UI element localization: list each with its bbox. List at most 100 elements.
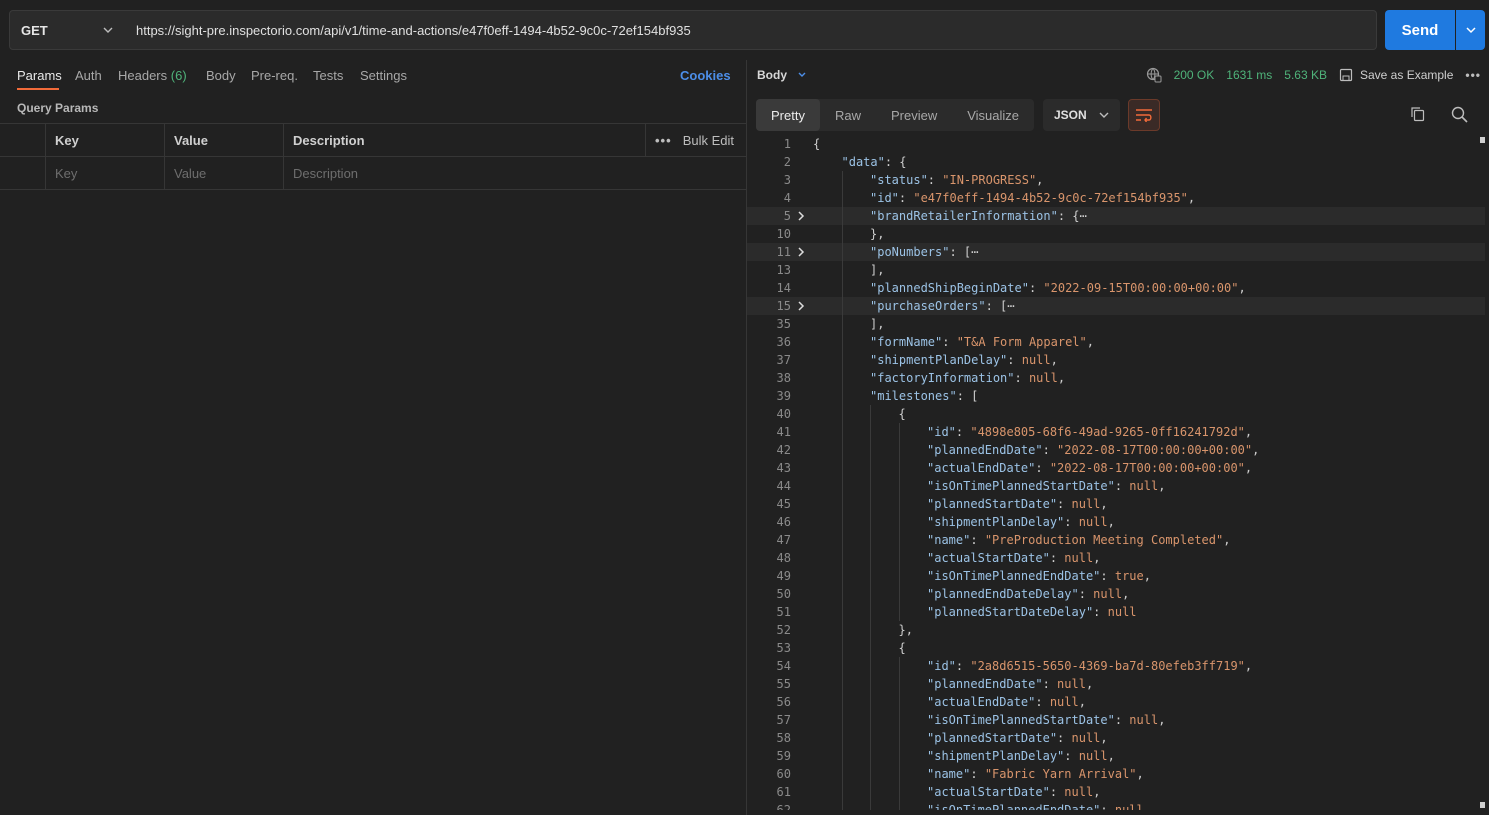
search-icon[interactable] <box>1451 106 1468 123</box>
code-line: 52}, <box>747 621 1485 639</box>
value-placeholder: Value <box>174 166 207 181</box>
wrap-lines-button[interactable] <box>1128 99 1160 131</box>
indent-guide <box>841 279 843 297</box>
code-text: "actualEndDate": "2022-08-17T00:00:00+00… <box>927 461 1253 475</box>
tab-headers[interactable]: Headers (6) <box>118 68 187 83</box>
response-time[interactable]: 1631 ms <box>1226 68 1272 82</box>
code-text: "data": { <box>841 155 907 169</box>
indent-guide <box>870 639 871 657</box>
tab-preview[interactable]: Preview <box>876 99 952 131</box>
tab-prereq[interactable]: Pre-req. <box>251 68 298 83</box>
indent-guide <box>870 441 871 459</box>
send-options-button[interactable] <box>1456 10 1485 50</box>
code-text: "actualEndDate": null, <box>927 695 1086 709</box>
indent-guide <box>870 747 871 765</box>
more-options-icon[interactable]: ••• <box>1465 68 1481 82</box>
scroll-up-arrow[interactable] <box>1480 137 1485 143</box>
save-as-example-button[interactable]: Save as Example <box>1339 68 1453 82</box>
description-input[interactable]: Description <box>283 157 746 190</box>
chevron-down-icon[interactable] <box>797 70 807 80</box>
indent-guide <box>898 585 900 603</box>
line-number: 53 <box>776 641 791 655</box>
code-line: 51 "plannedStartDateDelay": null <box>747 603 1485 621</box>
indent-guide <box>841 459 843 477</box>
copy-icon[interactable] <box>1410 106 1426 122</box>
line-number: 15 <box>776 299 791 313</box>
code-line: 56 "actualEndDate": null, <box>747 693 1485 711</box>
code-text: "purchaseOrders": [⋯ <box>870 299 1015 313</box>
code-line: 48 "actualStartDate": null, <box>747 549 1485 567</box>
code-text: { <box>813 137 821 151</box>
indent-guide <box>898 711 900 729</box>
indent-guide <box>898 765 900 783</box>
indent-guide <box>841 351 843 369</box>
expand-chevron-icon[interactable] <box>795 300 807 312</box>
globe-icon[interactable] <box>1146 67 1162 83</box>
code-line: 42 "plannedEndDate": "2022-08-17T00:00:00… <box>747 441 1485 459</box>
line-number: 36 <box>776 335 791 349</box>
tab-tests[interactable]: Tests <box>313 68 343 83</box>
indent-guide <box>841 675 843 693</box>
code-line: 55 "plannedEndDate": null, <box>747 675 1485 693</box>
code-text: "name": "PreProduction Meeting Completed… <box>927 533 1231 547</box>
line-number: 11 <box>776 245 791 259</box>
scroll-down-arrow[interactable] <box>1480 802 1485 808</box>
key-column-header: Key <box>45 124 165 157</box>
indent-guide <box>898 513 900 531</box>
method-select[interactable]: GET <box>9 10 125 50</box>
indent-guide <box>898 783 900 801</box>
expand-chevron-icon[interactable] <box>795 210 807 222</box>
line-number: 40 <box>776 407 791 421</box>
tab-settings[interactable]: Settings <box>360 68 407 83</box>
indent-guide <box>870 585 871 603</box>
response-section-select[interactable]: Body <box>757 68 787 82</box>
line-number: 58 <box>776 731 791 745</box>
line-number: 47 <box>776 533 791 547</box>
bulk-edit-button[interactable]: Bulk Edit <box>683 124 734 157</box>
code-text: "isOnTimePlannedStartDate": null, <box>927 713 1166 727</box>
response-size[interactable]: 5.63 KB <box>1284 68 1327 82</box>
tab-body[interactable]: Body <box>206 68 236 83</box>
tab-auth[interactable]: Auth <box>75 68 102 83</box>
indent-guide <box>898 603 900 621</box>
tab-visualize[interactable]: Visualize <box>952 99 1034 131</box>
response-body-viewer[interactable]: 1{2 "data": {3 "status": "IN-PROGRESS", 4 "i… <box>747 135 1485 810</box>
active-tab-indicator <box>17 88 59 90</box>
line-number: 4 <box>783 191 791 205</box>
send-button[interactable]: Send <box>1385 10 1455 50</box>
indent-guide <box>898 675 900 693</box>
url-input[interactable]: https://sight-pre.inspectorio.com/api/v1… <box>124 10 1377 50</box>
code-text: "brandRetailerInformation": {⋯ <box>870 209 1087 223</box>
code-text: ], <box>870 263 885 277</box>
tab-pretty[interactable]: Pretty <box>756 99 820 131</box>
tab-params[interactable]: Params <box>17 68 62 83</box>
line-number: 3 <box>783 173 791 187</box>
code-line: 47 "name": "PreProduction Meeting Complet… <box>747 531 1485 549</box>
code-line: 59 "shipmentPlanDelay": null, <box>747 747 1485 765</box>
code-line: 10}, <box>747 225 1485 243</box>
code-text: "plannedEndDate": null, <box>927 677 1094 691</box>
format-select[interactable]: JSON <box>1043 99 1120 131</box>
cookies-link[interactable]: Cookies <box>680 68 731 83</box>
indent-guide <box>841 621 843 639</box>
line-number: 5 <box>783 209 791 223</box>
indent-guide <box>870 405 871 423</box>
indent-guide <box>870 603 871 621</box>
line-number: 37 <box>776 353 791 367</box>
status-code[interactable]: 200 OK <box>1174 68 1215 82</box>
code-line: 43 "actualEndDate": "2022-08-17T00:00:00+… <box>747 459 1485 477</box>
value-column-header: Value <box>164 124 284 157</box>
indent-guide <box>898 567 900 585</box>
response-view-tabs: Pretty Raw Preview Visualize <box>756 99 1035 131</box>
expand-chevron-icon[interactable] <box>795 246 807 258</box>
key-input[interactable]: Key <box>45 157 165 190</box>
tab-raw[interactable]: Raw <box>820 99 876 131</box>
value-input[interactable]: Value <box>164 157 284 190</box>
tab-headers-label: Headers <box>118 68 168 83</box>
indent-guide <box>841 243 843 261</box>
code-text: "isOnTimePlannedEndDate": true, <box>927 569 1151 583</box>
more-options-icon[interactable]: ••• <box>655 124 672 157</box>
request-bar: GET https://sight-pre.inspectorio.com/ap… <box>0 0 1489 60</box>
indent-guide <box>898 657 900 675</box>
code-line: 54 "id": "2a8d6515-5650-4369-ba7d-80efeb3… <box>747 657 1485 675</box>
